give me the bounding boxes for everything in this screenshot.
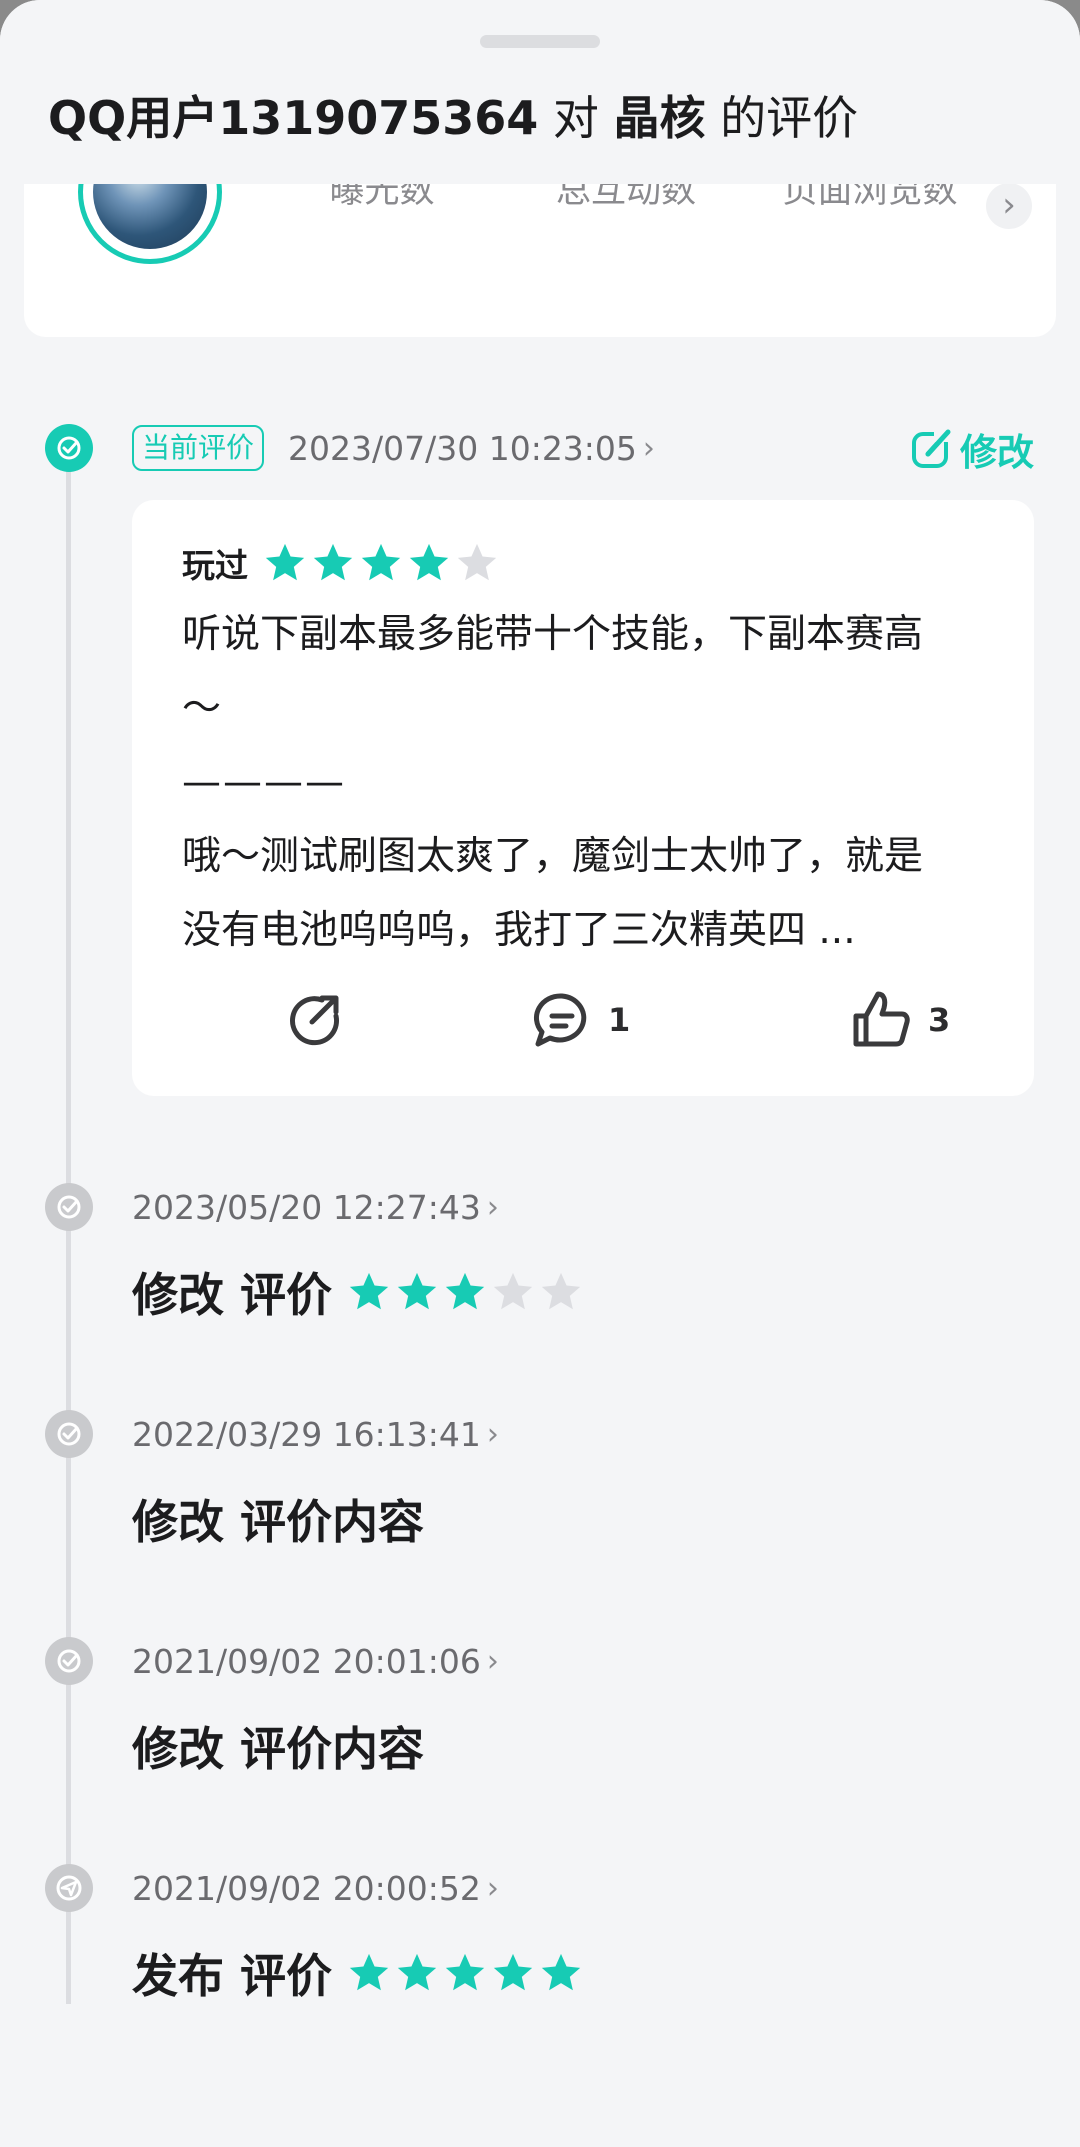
star-filled-icon <box>397 1953 437 1991</box>
check-circle-icon <box>45 1183 93 1231</box>
chevron-right-icon: › <box>486 1189 499 1225</box>
sheet-header: QQ用户1319075364 对 晶核 的评价 <box>0 0 1080 184</box>
chevron-right-icon[interactable]: › <box>986 183 1032 229</box>
current-review-badge: 当前评价 <box>132 425 265 471</box>
history-title: 修改 评价内容 <box>132 1711 424 1781</box>
check-circle-icon <box>45 1410 93 1458</box>
star-filled-icon <box>409 543 449 581</box>
share-button[interactable] <box>282 988 346 1052</box>
history-timestamp-text: 2022/03/29 16:13:41 <box>132 1414 481 1454</box>
review-text-line: ———— <box>182 760 346 805</box>
history-timestamp-text: 2021/09/02 20:01:06 <box>132 1641 481 1681</box>
current-review-timestamp[interactable]: 2023/07/30 10:23:05 <box>288 429 637 468</box>
thumbs-up-icon <box>853 991 910 1047</box>
chevron-right-icon: › <box>642 430 655 466</box>
history-timestamp-text: 2023/05/20 12:27:43 <box>132 1187 481 1227</box>
title-suffix: 的评价 <box>720 91 859 145</box>
history-title-text: 修改 评价内容 <box>132 1495 425 1549</box>
game-name: 晶核 <box>613 91 706 145</box>
star-filled-icon <box>445 1272 485 1310</box>
like-count: 3 <box>928 1001 951 1039</box>
like-button[interactable]: 3 <box>850 988 950 1052</box>
rating-row: 玩过 <box>182 538 502 588</box>
history-timestamp[interactable]: 2022/03/29 16:13:41 › <box>132 1410 499 1458</box>
check-circle-icon <box>45 424 93 472</box>
comment-count: 1 <box>608 1001 631 1039</box>
chevron-right-icon: › <box>486 1643 499 1679</box>
star-filled-icon <box>397 1272 437 1310</box>
history-timestamp[interactable]: 2021/09/02 20:01:06 › <box>132 1637 499 1685</box>
star-filled-icon <box>493 1953 533 1991</box>
title-connector: 对 <box>552 91 599 145</box>
check-circle-icon <box>45 1637 93 1685</box>
comment-icon <box>533 993 587 1047</box>
page-title: QQ用户1319075364 对 晶核 的评价 <box>48 86 858 150</box>
history-title-text: 发布 评价 <box>132 1949 333 2003</box>
edit-review-button[interactable]: 修改 <box>910 422 1034 476</box>
star-filled-icon <box>361 543 401 581</box>
star-empty-icon <box>541 1272 581 1310</box>
history-title: 修改 评价内容 <box>132 1484 424 1554</box>
star-filled-icon <box>313 543 353 581</box>
chevron-right-icon: › <box>486 1870 499 1906</box>
chevron-right-icon: › <box>486 1416 499 1452</box>
send-icon <box>45 1864 93 1912</box>
review-text[interactable]: 听说下副本最多能带十个技能，下副本赛高 ～ ———— 哦～测试刷图太爽了，魔剑士… <box>182 598 992 968</box>
star-filled-icon <box>349 1272 389 1310</box>
history-title-text: 修改 评价 <box>132 1268 333 1322</box>
review-actions: 1 3 <box>132 988 1034 1068</box>
star-empty-icon <box>493 1272 533 1310</box>
history-timestamp-text: 2021/09/02 20:00:52 <box>132 1868 481 1908</box>
star-filled-icon <box>349 1953 389 1991</box>
share-icon <box>290 995 339 1046</box>
history-title-text: 修改 评价内容 <box>132 1722 425 1776</box>
drag-handle[interactable] <box>480 35 600 48</box>
played-label: 玩过 <box>182 546 248 585</box>
history-timestamp[interactable]: 2021/09/02 20:00:52 › <box>132 1864 499 1912</box>
star-rating <box>262 540 502 586</box>
review-text-line: ～ <box>182 686 222 731</box>
star-rating <box>346 1269 586 1315</box>
star-filled-icon <box>445 1953 485 1991</box>
review-text-line: 没有电池呜呜呜，我打了三次精英四 ... <box>182 908 856 953</box>
comment-button[interactable]: 1 <box>530 988 630 1052</box>
star-filled-icon <box>265 543 305 581</box>
history-timestamp[interactable]: 2023/05/20 12:27:43 › <box>132 1183 499 1231</box>
history-title: 修改 评价 <box>132 1257 586 1327</box>
review-history-sheet: 5000 曝光数 95 总互动数 90 页面浏览数 › QQ用户13190753… <box>0 0 1080 2147</box>
star-empty-icon <box>457 543 497 581</box>
current-review-meta: 当前评价 2023/07/30 10:23:05 › <box>132 424 655 472</box>
current-review-card[interactable]: 玩过 听说下副本最多能带十个技能，下副本赛高 ～ ———— 哦～测试刷图太爽了，… <box>132 500 1034 1096</box>
star-rating <box>346 1950 586 1996</box>
history-title: 发布 评价 <box>132 1938 586 2008</box>
edit-icon <box>912 428 952 468</box>
star-filled-icon <box>541 1953 581 1991</box>
reviewer-name: QQ用户1319075364 <box>48 91 539 145</box>
review-text-line: 哦～测试刷图太爽了，魔剑士太帅了，就是 <box>182 834 924 879</box>
edit-review-label: 修改 <box>960 431 1034 474</box>
review-text-line: 听说下副本最多能带十个技能，下副本赛高 <box>182 612 924 657</box>
